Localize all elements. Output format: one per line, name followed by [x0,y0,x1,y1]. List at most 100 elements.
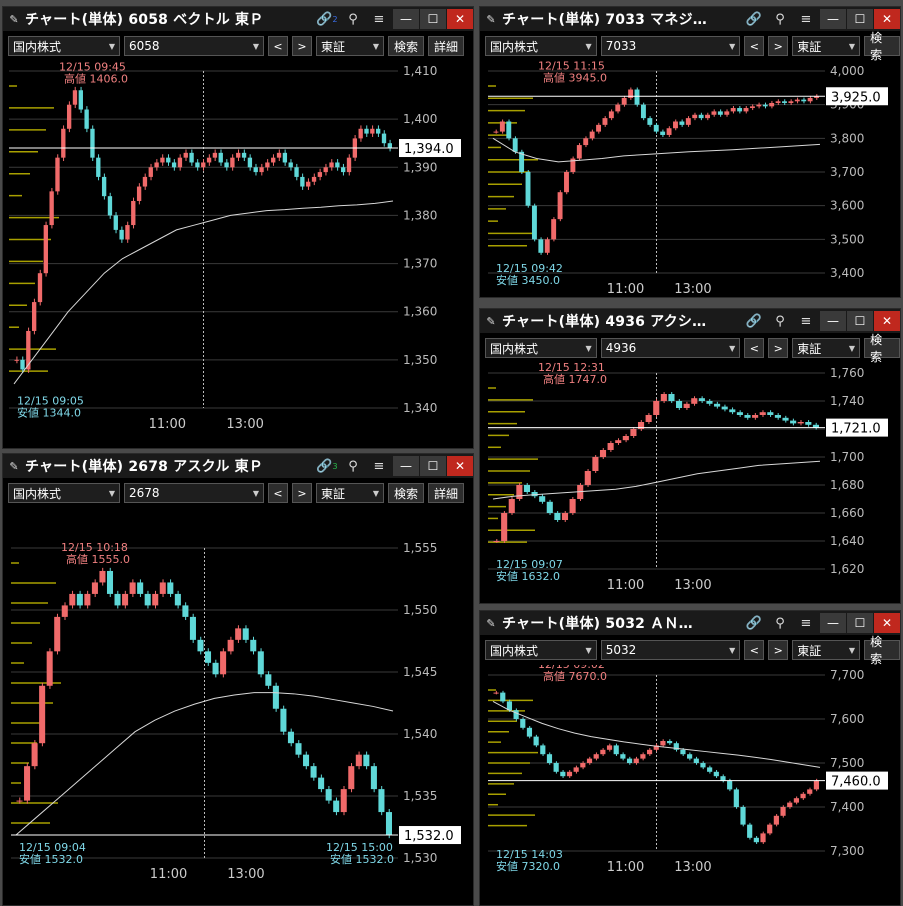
minimize-button[interactable]: — [393,456,419,476]
prev-button[interactable]: < [744,36,765,56]
code-input[interactable]: 7033 ▼ [600,36,741,56]
search-button[interactable]: 検索 [864,635,900,666]
next-button[interactable]: > [292,36,312,56]
price-chart[interactable]: 4,0003,9003,8003,7003,6003,5003,40011:00… [480,61,900,297]
minimize-button[interactable]: — [820,311,846,331]
maximize-button[interactable]: ☐ [420,456,446,476]
candle-body [602,118,608,125]
market-select[interactable]: 国内株式 ▼ [8,483,120,503]
menu-icon[interactable]: ≡ [793,309,819,333]
candle-body [608,111,614,119]
pin-icon[interactable]: ✎ [480,611,502,635]
search-icon[interactable]: ⚲ [767,7,793,31]
maximize-button[interactable]: ☐ [847,9,873,29]
link-icon[interactable]: 🔗 [741,7,767,31]
search-icon[interactable]: ⚲ [767,309,793,333]
minimize-button[interactable]: — [820,9,846,29]
market-select[interactable]: 国内株式 ▼ [485,36,597,56]
pin-icon[interactable]: ✎ [480,309,502,333]
next-button[interactable]: > [768,36,789,56]
exchange-select[interactable]: 東証 ▼ [792,640,861,660]
detail-button[interactable]: 詳細 [428,36,465,56]
title-bar[interactable]: ✎ チャート(単体) 2678 アスクル 東Ｐ 🔗 3 ⚲ ≡ — ☐ ✕ [3,454,473,478]
candle-body [364,128,369,134]
link-icon[interactable]: 🔗 2 [314,7,340,31]
candle-body [26,330,31,370]
pin-icon[interactable]: ✎ [3,7,25,31]
candle-body [797,422,804,424]
search-button[interactable]: 検索 [388,483,425,503]
menu-icon[interactable]: ≡ [366,7,392,31]
candle-body [733,789,739,807]
market-select[interactable]: 国内株式 ▼ [485,338,597,358]
high-price-label: 高値 1406.0 [64,71,128,85]
next-button[interactable]: > [768,640,789,660]
close-button[interactable]: ✕ [874,311,900,331]
link-icon[interactable]: 🔗 [741,309,767,333]
exchange-select[interactable]: 東証 ▼ [792,36,861,56]
search-icon[interactable]: ⚲ [767,611,793,635]
exchange-select[interactable]: 東証 ▼ [316,36,384,56]
candle-body [621,97,627,105]
code-input[interactable]: 5032 ▼ [600,640,741,660]
candle-body [500,692,506,702]
candle-body [265,674,272,686]
close-button[interactable]: ✕ [447,9,473,29]
code-input[interactable]: 2678 ▼ [124,483,264,503]
link-icon[interactable]: 🔗 3 [314,454,340,478]
minimize-button[interactable]: — [393,9,419,29]
next-button[interactable]: > [768,338,789,358]
price-chart[interactable]: 1,410 1,400 1,390 1,380 1,370 1,360 1,350 1,340… [3,61,473,448]
market-select[interactable]: 国内株式 ▼ [485,640,597,660]
candle-body [561,513,569,520]
exchange-select[interactable]: 東証 ▼ [316,483,384,503]
candle-body [513,710,519,719]
maximize-button[interactable]: ☐ [847,613,873,633]
candle-body [767,412,774,415]
y-tick-label: 1,555 [403,541,437,555]
prev-button[interactable]: < [744,640,765,660]
menu-icon[interactable]: ≡ [366,454,392,478]
pin-icon[interactable]: ✎ [480,7,502,31]
maximize-button[interactable]: ☐ [847,311,873,331]
candle-body [55,157,60,192]
title-bar[interactable]: ✎ チャート(単体) 4936 アクシ… 🔗 ⚲ ≡ — ☐ ✕ [480,309,900,333]
candle-body [586,758,593,763]
code-input[interactable]: 6058 ▼ [124,36,264,56]
search-button[interactable]: 検索 [388,36,425,56]
menu-icon[interactable]: ≡ [793,611,819,635]
detail-button[interactable]: 詳細 [428,483,465,503]
next-button[interactable]: > [292,483,312,503]
candle-body [259,167,264,173]
prev-button[interactable]: < [744,338,765,358]
window-title: チャート(単体) 5032 ＡＮ… [502,616,693,632]
maximize-button[interactable]: ☐ [420,9,446,29]
candle-body [119,229,124,240]
price-chart[interactable]: 1,7601,7401,7201,7001,6801,6601,6401,620… [480,363,900,603]
candle-body [24,766,31,801]
minimize-button[interactable]: — [820,613,846,633]
y-tick-label: 1,545 [403,665,437,679]
close-button[interactable]: ✕ [447,456,473,476]
candle-body [807,789,813,794]
price-chart[interactable]: 1,555 1,550 1,545 1,540 1,535 1,530 11:00 13:00… [3,508,473,905]
pin-icon[interactable]: ✎ [3,454,25,478]
code-input[interactable]: 4936 ▼ [600,338,741,358]
market-select[interactable]: 国内株式 ▼ [8,36,120,56]
price-chart[interactable]: 7,700 7,600 7,500 7,400 7,300 11:00 13:00 7,460… [480,665,900,905]
exchange-select[interactable]: 東証 ▼ [792,338,861,358]
title-bar[interactable]: ✎ チャート(単体) 6058 ベクトル 東Ｐ 🔗 2 ⚲ ≡ — ☐ ✕ [3,7,473,31]
search-icon[interactable]: ⚲ [340,454,366,478]
search-icon[interactable]: ⚲ [340,7,366,31]
search-button[interactable]: 検索 [864,333,900,364]
close-button[interactable]: ✕ [874,9,900,29]
prev-button[interactable]: < [268,36,288,56]
title-bar[interactable]: ✎ チャート(単体) 7033 マネジ… 🔗 ⚲ ≡ — ☐ ✕ [480,7,900,31]
candle-body [152,593,159,606]
search-button[interactable]: 検索 [864,31,900,62]
close-button[interactable]: ✕ [874,613,900,633]
menu-icon[interactable]: ≡ [793,7,819,31]
title-bar[interactable]: ✎ チャート(単体) 5032 ＡＮ… 🔗 ⚲ ≡ — ☐ ✕ [480,611,900,635]
link-icon[interactable]: 🔗 [741,611,767,635]
prev-button[interactable]: < [268,483,288,503]
